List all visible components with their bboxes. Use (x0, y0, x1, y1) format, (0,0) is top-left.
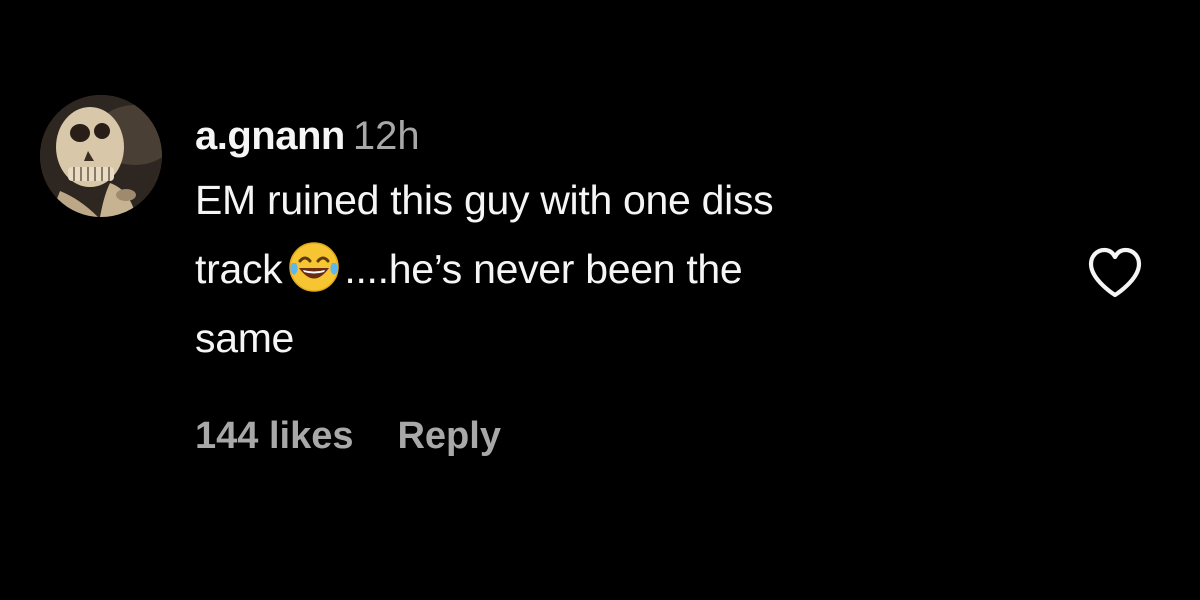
reply-button[interactable]: Reply (397, 415, 500, 457)
comment-header: a.gnann 12h (195, 108, 1015, 164)
comment-body: a.gnann 12h EM ruined this guy with one d… (195, 108, 1015, 373)
skeleton-avatar-image (40, 95, 162, 217)
username-link[interactable]: a.gnann (195, 114, 345, 158)
comment: a.gnann 12h EM ruined this guy with one d… (0, 0, 1200, 600)
comment-text-line-2-after: ....he’s never been the (344, 246, 743, 292)
comment-text-line-2: track ....he’s never been the (195, 235, 1015, 304)
heart-outline-icon (1088, 247, 1142, 298)
like-button[interactable] (1085, 245, 1145, 301)
comment-text-line-3: same (195, 315, 295, 361)
avatar[interactable] (40, 95, 162, 217)
likes-count[interactable]: 144 likes (195, 415, 353, 457)
comment-actions: 144 likes Reply (195, 408, 501, 464)
face-with-tears-of-joy-emoji-icon (288, 241, 340, 293)
timestamp: 12h (352, 114, 420, 158)
comment-text: EM ruined this guy with one diss track .… (195, 166, 1015, 373)
comment-text-line-1: EM ruined this guy with one diss (195, 177, 774, 223)
comment-text-line-2-before: track (195, 246, 283, 292)
